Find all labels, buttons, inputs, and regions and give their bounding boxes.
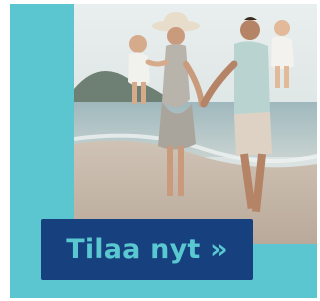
promo-banner[interactable]: Tilaa nyt »	[0, 0, 319, 301]
subscribe-now-button[interactable]: Tilaa nyt »	[41, 219, 253, 280]
family-beach-photo[interactable]	[74, 4, 317, 244]
beach-photo-illustration	[74, 4, 317, 244]
subscribe-now-label: Tilaa nyt »	[66, 234, 228, 265]
